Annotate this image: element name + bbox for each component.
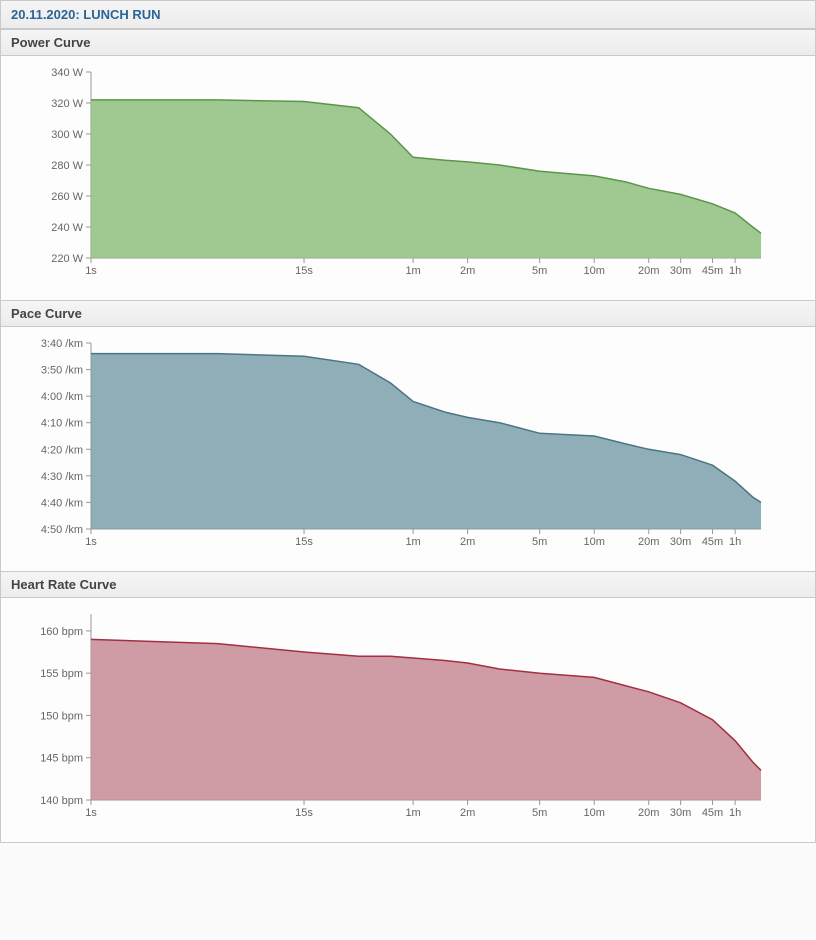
svg-text:4:20 /km: 4:20 /km: [41, 444, 83, 456]
chart-power-curve: 220 W 240 W 260 W 280 W 300 W 320 W 340 W 1s 15s…: [31, 62, 771, 282]
panel-body-power: 220 W 240 W 260 W 280 W 300 W 320 W 340 W 1s 15s…: [1, 56, 815, 300]
panel-power-curve: Power Curve 220 W 240 W 260 W 280 W 300 W 320…: [1, 29, 815, 300]
svg-text:1h: 1h: [729, 807, 741, 819]
svg-text:280 W: 280 W: [51, 160, 83, 172]
svg-text:10m: 10m: [584, 265, 605, 277]
svg-text:340 W: 340 W: [51, 67, 83, 79]
svg-text:300 W: 300 W: [51, 129, 83, 141]
svg-text:5m: 5m: [532, 265, 547, 277]
svg-text:4:50 /km: 4:50 /km: [41, 524, 83, 536]
svg-text:1s: 1s: [85, 265, 97, 277]
panel-hr-curve: Heart Rate Curve 140 bpm 145 bpm 150 bpm 15…: [1, 571, 815, 842]
svg-text:45m: 45m: [702, 536, 723, 548]
svg-text:10m: 10m: [584, 807, 605, 819]
svg-text:45m: 45m: [702, 807, 723, 819]
svg-text:1s: 1s: [85, 536, 97, 548]
svg-text:10m: 10m: [584, 536, 605, 548]
svg-text:320 W: 320 W: [51, 98, 83, 110]
panel-header-pace: Pace Curve: [1, 301, 815, 327]
svg-text:30m: 30m: [670, 265, 691, 277]
svg-text:3:40 /km: 3:40 /km: [41, 338, 83, 350]
svg-text:20m: 20m: [638, 807, 659, 819]
svg-text:1h: 1h: [729, 536, 741, 548]
svg-text:2m: 2m: [460, 265, 475, 277]
svg-text:260 W: 260 W: [51, 191, 83, 203]
panel-header-hr: Heart Rate Curve: [1, 572, 815, 598]
svg-text:5m: 5m: [532, 807, 547, 819]
svg-text:20m: 20m: [638, 265, 659, 277]
svg-text:4:10 /km: 4:10 /km: [41, 418, 83, 430]
svg-text:15s: 15s: [295, 807, 313, 819]
svg-text:1m: 1m: [405, 807, 420, 819]
svg-text:5m: 5m: [532, 536, 547, 548]
svg-text:1h: 1h: [729, 265, 741, 277]
svg-text:4:00 /km: 4:00 /km: [41, 391, 83, 403]
svg-text:155 bpm: 155 bpm: [40, 668, 83, 680]
svg-text:2m: 2m: [460, 536, 475, 548]
activity-title-bar: 20.11.2020: Lunch Run: [1, 1, 815, 29]
panel-body-pace: 3:40 /km 3:50 /km 4:00 /km 4:10 /km 4:20 /km…: [1, 327, 815, 571]
panel-header-power: Power Curve: [1, 30, 815, 56]
panel-pace-curve: Pace Curve 3:40 /km 3:50 /km 4:00 /km 4:10 …: [1, 300, 815, 571]
svg-text:3:50 /km: 3:50 /km: [41, 365, 83, 377]
svg-text:20m: 20m: [638, 536, 659, 548]
svg-text:140 bpm: 140 bpm: [40, 795, 83, 807]
svg-text:4:40 /km: 4:40 /km: [41, 497, 83, 509]
svg-text:220 W: 220 W: [51, 253, 83, 265]
svg-text:15s: 15s: [295, 265, 313, 277]
activity-title-link[interactable]: 20.11.2020: Lunch Run: [11, 7, 161, 22]
svg-text:160 bpm: 160 bpm: [40, 626, 83, 638]
svg-text:2m: 2m: [460, 807, 475, 819]
svg-text:1s: 1s: [85, 807, 97, 819]
svg-text:30m: 30m: [670, 807, 691, 819]
svg-text:4:30 /km: 4:30 /km: [41, 471, 83, 483]
svg-text:30m: 30m: [670, 536, 691, 548]
svg-text:145 bpm: 145 bpm: [40, 753, 83, 765]
chart-pace-curve: 3:40 /km 3:50 /km 4:00 /km 4:10 /km 4:20 /km…: [31, 333, 771, 553]
svg-text:1m: 1m: [405, 265, 420, 277]
svg-text:150 bpm: 150 bpm: [40, 710, 83, 722]
panel-body-hr: 140 bpm 145 bpm 150 bpm 155 bpm 160 bpm 1s 15s…: [1, 598, 815, 842]
chart-heart-rate-curve: 140 bpm 145 bpm 150 bpm 155 bpm 160 bpm 1s 15s…: [31, 604, 771, 824]
svg-text:15s: 15s: [295, 536, 313, 548]
page: 20.11.2020: Lunch Run Power Curve 220 W2…: [0, 0, 816, 843]
svg-text:240 W: 240 W: [51, 222, 83, 234]
svg-text:45m: 45m: [702, 265, 723, 277]
svg-text:1m: 1m: [405, 536, 420, 548]
